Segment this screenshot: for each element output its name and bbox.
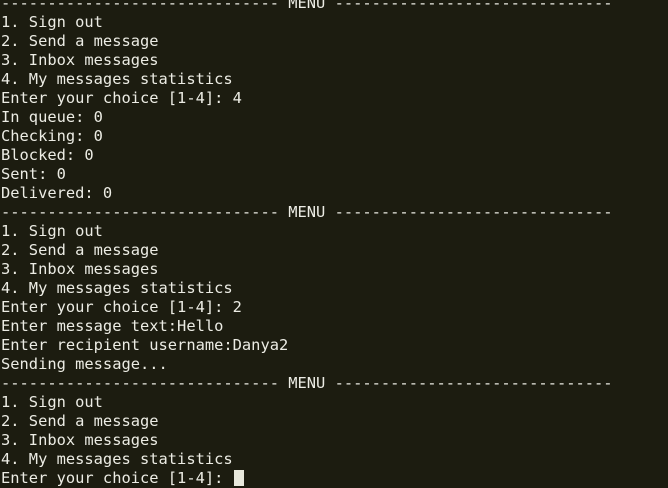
menu-option-statistics: 4. My messages statistics	[1, 70, 233, 88]
stat-blocked: Blocked: 0	[1, 146, 94, 164]
choice-prompt: Enter your choice [1-4]: 2	[1, 298, 242, 316]
stat-sent: Sent: 0	[1, 165, 66, 183]
menu-option-inbox: 3. Inbox messages	[1, 431, 159, 449]
menu-option-statistics: 4. My messages statistics	[1, 279, 233, 297]
choice-prompt: Enter your choice [1-4]:	[1, 469, 233, 487]
menu-option-inbox: 3. Inbox messages	[1, 51, 159, 69]
menu-option-statistics: 4. My messages statistics	[1, 450, 233, 468]
menu-option-sign-out: 1. Sign out	[1, 13, 103, 31]
menu-option-sign-out: 1. Sign out	[1, 393, 103, 411]
menu-option-inbox: 3. Inbox messages	[1, 260, 159, 278]
menu-option-send-message: 2. Send a message	[1, 412, 159, 430]
stat-in-queue: In queue: 0	[1, 108, 103, 126]
menu-option-send-message: 2. Send a message	[1, 241, 159, 259]
terminal-window[interactable]: ------------------------------ MENU ----…	[0, 0, 668, 487]
active-input-line[interactable]: Enter your choice [1-4]:	[1, 469, 668, 488]
menu-option-sign-out: 1. Sign out	[1, 222, 103, 240]
stat-checking: Checking: 0	[1, 127, 103, 145]
stat-delivered: Delivered: 0	[1, 184, 113, 202]
recipient-prompt: Enter recipient username:Danya2	[1, 336, 289, 354]
text-cursor	[233, 470, 244, 486]
menu-separator: ------------------------------ MENU ----…	[1, 203, 613, 221]
menu-separator: ------------------------------ MENU ----…	[1, 374, 613, 392]
menu-option-send-message: 2. Send a message	[1, 32, 159, 50]
menu-separator: ------------------------------ MENU ----…	[1, 0, 613, 12]
message-text-prompt: Enter message text:Hello	[1, 317, 224, 335]
choice-prompt: Enter your choice [1-4]: 4	[1, 89, 242, 107]
sending-status: Sending message...	[1, 355, 168, 373]
